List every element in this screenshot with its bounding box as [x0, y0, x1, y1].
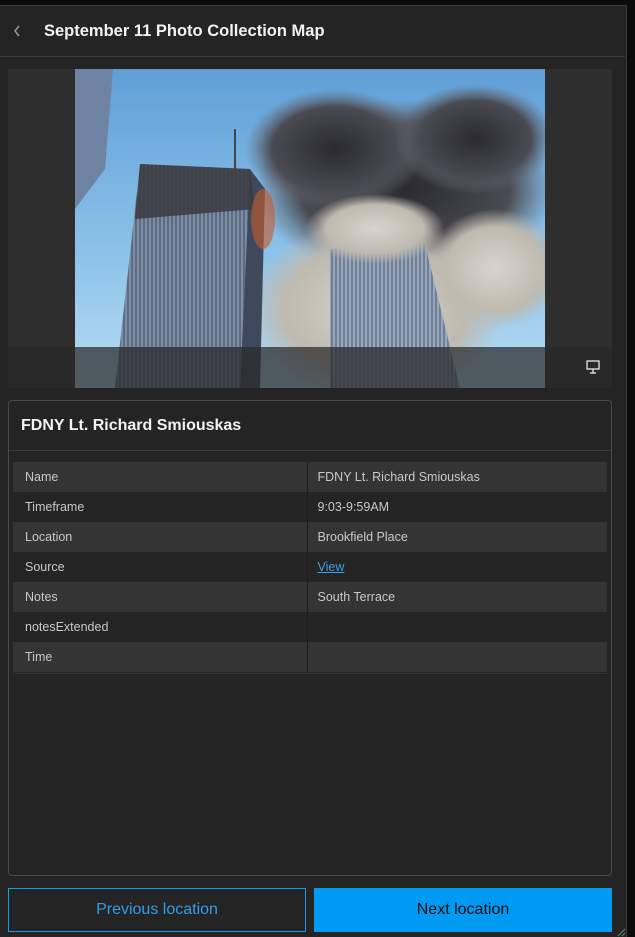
attribute-value [307, 612, 607, 642]
chevron-left-icon [14, 25, 20, 37]
attribute-value: South Terrace [307, 582, 607, 612]
attribute-value: View [307, 552, 607, 582]
table-row: Source View [13, 552, 607, 582]
panel-header: September 11 Photo Collection Map [0, 6, 625, 57]
attribute-key: Notes [13, 582, 308, 612]
photo[interactable] [75, 69, 545, 388]
attribute-value: 9:03-9:59AM [307, 492, 607, 522]
resize-grip-icon[interactable] [616, 927, 626, 937]
table-divider [13, 673, 607, 674]
table-row: Timeframe 9:03-9:59AM [13, 492, 607, 522]
back-button[interactable] [2, 6, 32, 56]
table-row: Time [13, 642, 607, 672]
feature-title: FDNY Lt. Richard Smiouskas [9, 401, 611, 451]
previous-location-button[interactable]: Previous location [8, 888, 306, 932]
table-row: Location Brookfield Place [13, 522, 607, 552]
attribute-value [307, 642, 607, 672]
photo-viewer [8, 69, 612, 388]
media-toolbar [8, 347, 612, 388]
next-location-button[interactable]: Next location [314, 888, 612, 932]
attribute-key: Source [13, 552, 308, 582]
attribute-value: Brookfield Place [307, 522, 607, 552]
table-row: notesExtended [13, 612, 607, 642]
attribute-value: FDNY Lt. Richard Smiouskas [307, 462, 607, 492]
table-row: Name FDNY Lt. Richard Smiouskas [13, 462, 607, 492]
attribute-key: notesExtended [13, 612, 308, 642]
table-row: Notes South Terrace [13, 582, 607, 612]
attribute-key: Location [13, 522, 308, 552]
presentation-screen-icon [586, 360, 600, 374]
attribute-key: Timeframe [13, 492, 308, 522]
feature-panel: September 11 Photo Collection Map FDNY L… [0, 5, 627, 937]
attribute-key: Name [13, 462, 308, 492]
fullscreen-button[interactable] [582, 356, 604, 378]
feature-card: FDNY Lt. Richard Smiouskas Name FDNY Lt.… [8, 400, 612, 876]
page-title: September 11 Photo Collection Map [44, 21, 325, 40]
attribute-key: Time [13, 642, 308, 672]
source-view-link[interactable]: View [318, 560, 345, 574]
attribute-table: Name FDNY Lt. Richard Smiouskas Timefram… [13, 462, 607, 672]
